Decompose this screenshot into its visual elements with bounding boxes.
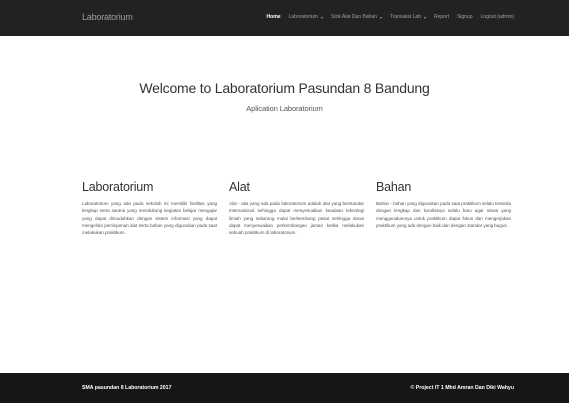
- column-alat: Alat Alat - alat yang ada pada laborator…: [229, 180, 364, 236]
- column-heading: Bahan: [376, 180, 412, 194]
- navbar-brand[interactable]: Laboratorium: [82, 12, 133, 22]
- hero-section: Welcome to Laboratorium Pasundan 8 Bandu…: [0, 80, 569, 113]
- chevron-down-icon: [320, 16, 323, 19]
- top-navbar: Laboratorium Home Laboratorium Stok Alat…: [0, 0, 569, 36]
- column-text: Laboratorium yang ada pada sekolah ini m…: [82, 201, 217, 236]
- nav-item-label: Logout (admin): [480, 14, 515, 20]
- footer-copyright: © Project IT 1 Mhd Amran Dan Diki Wahyu: [410, 385, 514, 391]
- column-heading: Laboratorium: [82, 180, 154, 194]
- nav-item-report[interactable]: Report: [434, 14, 449, 20]
- nav-item-transaksi-lab[interactable]: Transaksi Lab: [390, 14, 426, 20]
- page-title: Welcome to Laboratorium Pasundan 8 Bandu…: [139, 80, 430, 96]
- nav-item-label: Home: [266, 14, 281, 20]
- page-subtitle: Aplication Laboratorium: [246, 104, 323, 113]
- footer-left-text: SMA pasundan 8 Laboratorium 2017: [82, 385, 172, 391]
- chevron-down-icon: [423, 16, 426, 19]
- column-bahan: Bahan Bahan - bahan yang digunakan pada …: [376, 180, 511, 229]
- nav-item-home[interactable]: Home: [266, 14, 280, 20]
- navbar-menu: Home Laboratorium Stok Alat Dan Bahan Tr…: [266, 14, 514, 20]
- footer: SMA pasundan 8 Laboratorium 2017 © Proje…: [0, 373, 569, 403]
- nav-item-signup[interactable]: Signup: [457, 14, 473, 20]
- nav-item-stok-alat-dan-bahan[interactable]: Stok Alat Dan Bahan: [331, 14, 382, 20]
- column-text: Bahan - bahan yang digunakan pada saat p…: [376, 201, 511, 228]
- nav-item-laboratorium[interactable]: Laboratorium: [289, 14, 323, 20]
- chevron-down-icon: [379, 16, 382, 19]
- nav-item-label: Report: [433, 14, 449, 20]
- nav-item-label: Signup: [456, 14, 473, 20]
- nav-item-label: Stok Alat Dan Bahan: [330, 14, 377, 20]
- column-heading: Alat: [229, 180, 250, 194]
- column-text: Alat - alat yang ada pada laboratorium a…: [229, 201, 364, 236]
- nav-item-label: Transaksi Lab: [389, 14, 421, 20]
- column-laboratorium: Laboratorium Laboratorium yang ada pada …: [82, 180, 217, 236]
- nav-item-logout[interactable]: Logout (admin): [481, 14, 515, 20]
- nav-item-label: Laboratorium: [288, 14, 318, 20]
